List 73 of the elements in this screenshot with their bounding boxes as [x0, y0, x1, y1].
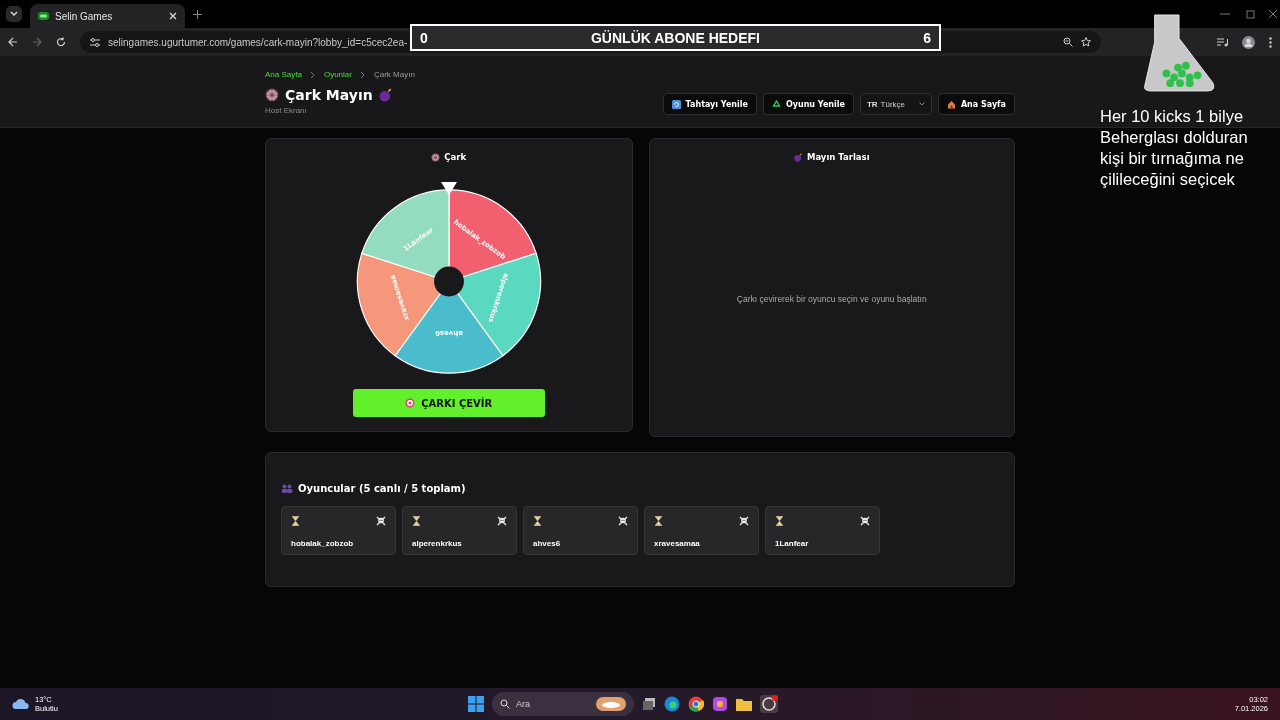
players-title: Oyuncular (5 canlı / 5 toplam) [298, 483, 466, 494]
skull-crossbones-icon [497, 516, 507, 526]
language-select[interactable]: TR Türkçe [859, 93, 932, 115]
page-title: Çark Mayın [285, 87, 373, 103]
chevron-down-icon [918, 102, 925, 106]
folder-icon[interactable] [736, 697, 752, 711]
bomb-icon [793, 152, 803, 162]
media-icon[interactable] [1217, 37, 1228, 47]
player-name: ahves6 [533, 539, 562, 548]
skull-crossbones-icon [739, 516, 749, 526]
page-subtitle: Host Ekranı [265, 106, 308, 115]
cloud-icon [12, 698, 30, 710]
chevron-down-icon [10, 11, 18, 17]
goal-start: 0 [420, 29, 428, 46]
tab-list-button[interactable] [6, 6, 22, 22]
skull-crossbones-icon [376, 516, 386, 526]
hourglass-icon [775, 516, 784, 526]
url-text: selingames.ugurtumer.com/games/cark-mayin?lobby_id=c5cec2ea- [108, 36, 408, 48]
more-icon[interactable] [1269, 36, 1272, 48]
site-settings-icon [90, 37, 100, 47]
player-name: xravesamaa [654, 539, 701, 548]
hourglass-icon [412, 516, 421, 526]
hourglass-icon [533, 516, 542, 526]
skull-crossbones-icon [860, 516, 870, 526]
search-highlight-icon [596, 697, 626, 711]
skull-crossbones-icon [618, 516, 628, 526]
overlay-note: Her 10 kicks 1 bilye Beherglası dolduran kişi bir tırnağıma ne çilileceğini seçicek [1100, 106, 1249, 190]
home-button[interactable]: Ana Sayfa [937, 93, 1015, 115]
refresh-button[interactable]: Oyunu Yenile [762, 93, 854, 115]
breadcrumb-link[interactable]: Ana Sayfa [265, 70, 302, 79]
breadcrumb-link[interactable]: Çark Mayın [373, 70, 415, 79]
wheel-icon [431, 152, 441, 162]
player-name: hobalak_zobzob [291, 539, 355, 548]
back-icon[interactable] [8, 37, 18, 47]
favicon-icon [38, 12, 49, 20]
wheel-icon [265, 88, 279, 102]
star-icon[interactable] [1081, 37, 1091, 47]
wheel-hub [433, 266, 464, 297]
taskbar-search[interactable]: Ara [492, 692, 634, 716]
player-name: 1Lanfear [775, 539, 810, 548]
reload-icon[interactable] [56, 37, 66, 47]
hourglass-icon [654, 516, 663, 526]
target-icon [405, 398, 416, 409]
card-title: Mayın Tarlası [806, 152, 870, 162]
goal-end: 6 [923, 29, 931, 46]
app-icon[interactable] [760, 695, 778, 713]
profile-avatar[interactable] [1242, 35, 1255, 49]
new-tab-icon[interactable] [193, 9, 202, 19]
refresh-button[interactable]: Tahtayı Yenile [662, 93, 757, 115]
zoom-icon[interactable] [1063, 37, 1073, 47]
breadcrumb-link[interactable]: Oyunlar [323, 70, 352, 79]
goal-label: GÜNLÜK ABONE HEDEFI [590, 29, 760, 46]
card-title: Çark [444, 152, 467, 162]
tab-title: Selin Games [55, 10, 114, 22]
refresh-icon [671, 99, 681, 109]
bomb-icon [378, 88, 393, 102]
chrome-icon[interactable] [688, 696, 704, 712]
chevron-right-icon [359, 70, 366, 79]
house-icon [946, 99, 956, 109]
player-name: alperenkrkus [412, 539, 463, 548]
forward-icon[interactable] [32, 37, 42, 47]
chevron-right-icon [309, 70, 316, 79]
search-icon [500, 699, 510, 709]
language-code: TR [866, 99, 878, 109]
browser-tab[interactable]: Selin Games [30, 4, 185, 28]
task-view-icon[interactable] [642, 697, 656, 711]
spin-button[interactable]: ÇARKI ÇEVİR [352, 389, 545, 417]
start-icon[interactable] [468, 696, 484, 712]
pointer-icon [440, 182, 457, 195]
hourglass-icon [291, 516, 300, 526]
people-icon [281, 484, 293, 493]
restore-icon[interactable] [1246, 9, 1256, 19]
empty-state-message: Çarkı çevirerek bir oyuncu seçin ve oyunu başlatın [736, 294, 927, 304]
